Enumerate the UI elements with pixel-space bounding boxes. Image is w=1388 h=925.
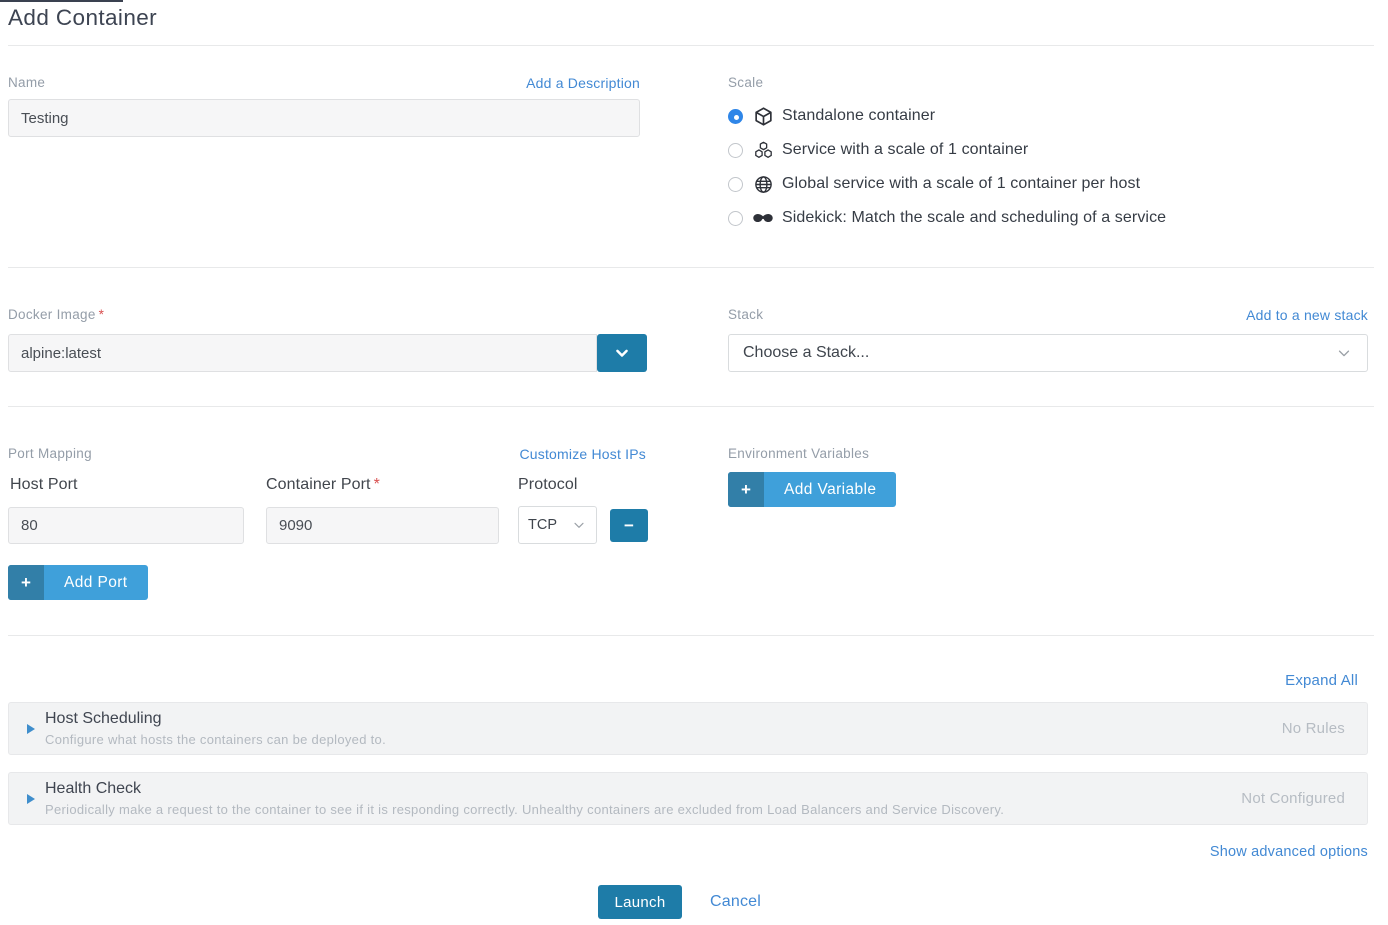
divider — [8, 406, 1374, 407]
scale-radio-group: Standalone container Service with a scal… — [728, 104, 1166, 230]
caret-right-icon — [27, 794, 35, 804]
host-port-label: Host Port — [10, 476, 78, 494]
page-title: Add Container — [8, 5, 157, 31]
required-mark: * — [374, 476, 380, 493]
scale-option-global[interactable]: Global service with a scale of 1 contain… — [728, 172, 1166, 196]
environment-variables-label: Environment Variables — [728, 446, 869, 461]
caret-right-icon — [27, 724, 35, 734]
container-port-label: Container Port* — [266, 476, 380, 494]
name-label: Name — [8, 75, 45, 90]
globe-icon — [752, 173, 774, 195]
divider — [8, 635, 1374, 636]
chevron-down-icon — [1335, 344, 1353, 362]
container-port-input[interactable] — [266, 507, 499, 544]
minus-icon: − — [624, 516, 634, 535]
scale-option-standalone[interactable]: Standalone container — [728, 104, 1166, 128]
required-mark: * — [99, 307, 105, 322]
health-check-accordion[interactable]: Health Check Periodically make a request… — [8, 772, 1368, 825]
divider — [8, 45, 1374, 46]
radio-button[interactable] — [728, 177, 743, 192]
port-mapping-label: Port Mapping — [8, 446, 92, 461]
plus-icon: + — [8, 565, 44, 600]
show-advanced-options-link[interactable]: Show advanced options — [1210, 844, 1368, 860]
docker-image-label: Docker Image* — [8, 307, 104, 322]
add-port-button[interactable]: + Add Port — [8, 565, 148, 600]
add-container-form: Add Container Name Add a Description Sca… — [0, 0, 1388, 925]
add-variable-button[interactable]: + Add Variable — [728, 472, 896, 507]
scale-option-service[interactable]: Service with a scale of 1 container — [728, 138, 1166, 162]
plus-icon: + — [728, 472, 764, 507]
scale-label: Scale — [728, 75, 763, 90]
docker-image-input[interactable] — [8, 334, 597, 372]
cancel-button[interactable]: Cancel — [710, 893, 761, 911]
status-badge: Not Configured — [1241, 790, 1345, 807]
expand-all-link[interactable]: Expand All — [1285, 672, 1358, 689]
host-port-input[interactable] — [8, 507, 244, 544]
add-new-stack-link[interactable]: Add to a new stack — [1246, 307, 1368, 323]
divider — [8, 267, 1374, 268]
host-scheduling-accordion[interactable]: Host Scheduling Configure what hosts the… — [8, 702, 1368, 755]
docker-image-dropdown-button[interactable] — [597, 334, 647, 372]
name-input[interactable] — [8, 99, 640, 137]
launch-button[interactable]: Launch — [598, 885, 682, 919]
remove-port-button[interactable]: − — [610, 509, 648, 542]
screen-edge-artifact — [0, 0, 123, 2]
chevron-down-icon — [571, 517, 587, 533]
protocol-select[interactable]: TCP — [518, 506, 597, 544]
radio-button[interactable] — [728, 109, 743, 124]
radio-button[interactable] — [728, 143, 743, 158]
stack-select[interactable]: Choose a Stack... — [728, 334, 1368, 372]
status-badge: No Rules — [1282, 720, 1345, 737]
service-icon — [752, 139, 774, 161]
stack-label: Stack — [728, 307, 763, 322]
mask-icon — [752, 207, 774, 229]
chevron-down-icon — [612, 343, 632, 363]
add-description-link[interactable]: Add a Description — [526, 75, 640, 91]
cube-icon — [752, 105, 774, 127]
protocol-label: Protocol — [518, 476, 578, 494]
customize-host-ips-link[interactable]: Customize Host IPs — [519, 446, 646, 462]
radio-button[interactable] — [728, 211, 743, 226]
scale-option-sidekick[interactable]: Sidekick: Match the scale and scheduling… — [728, 206, 1166, 230]
